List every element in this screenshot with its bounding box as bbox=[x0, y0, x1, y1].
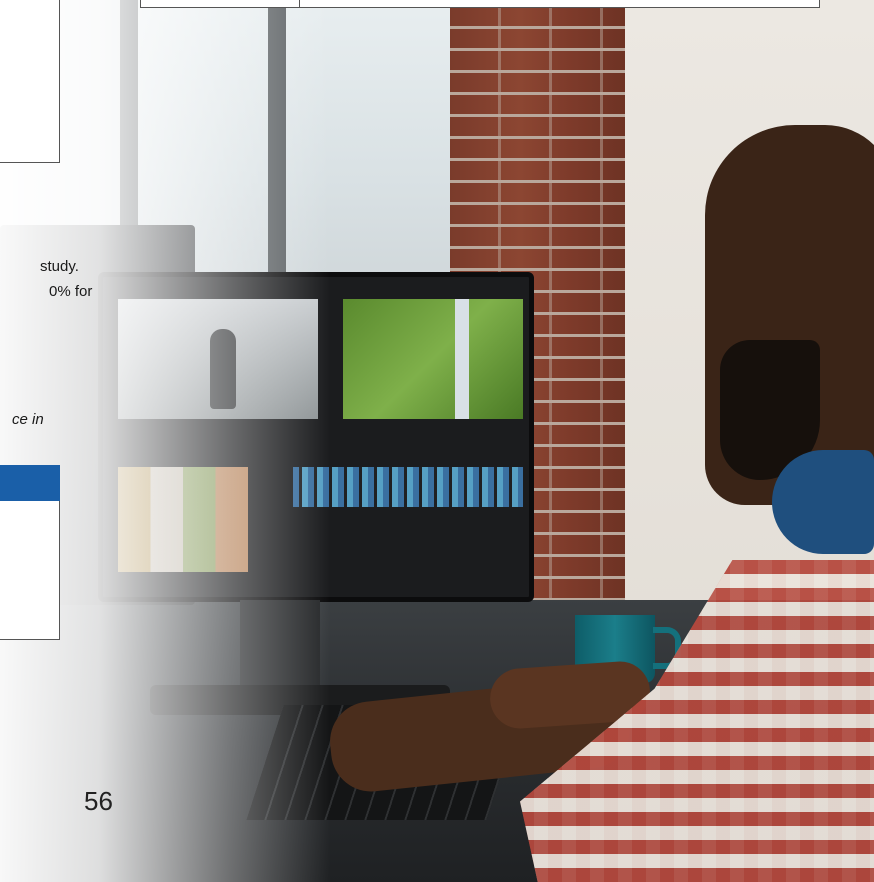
text-box-top bbox=[0, 0, 60, 163]
table-column-divider bbox=[299, 0, 300, 7]
aerial-preview-pane bbox=[343, 299, 523, 419]
text-box-bottom bbox=[0, 501, 60, 640]
body-text-line: 0% for bbox=[49, 283, 93, 300]
body-text-line: study. bbox=[40, 258, 79, 275]
page-number: 56 bbox=[84, 786, 113, 816]
table-bottom-edge bbox=[140, 0, 820, 8]
document-page: study. 0% for ce in 56 bbox=[0, 0, 874, 882]
blue-header-bar bbox=[0, 465, 60, 501]
headphones bbox=[772, 450, 874, 554]
italic-text-line: ce in bbox=[12, 411, 44, 428]
